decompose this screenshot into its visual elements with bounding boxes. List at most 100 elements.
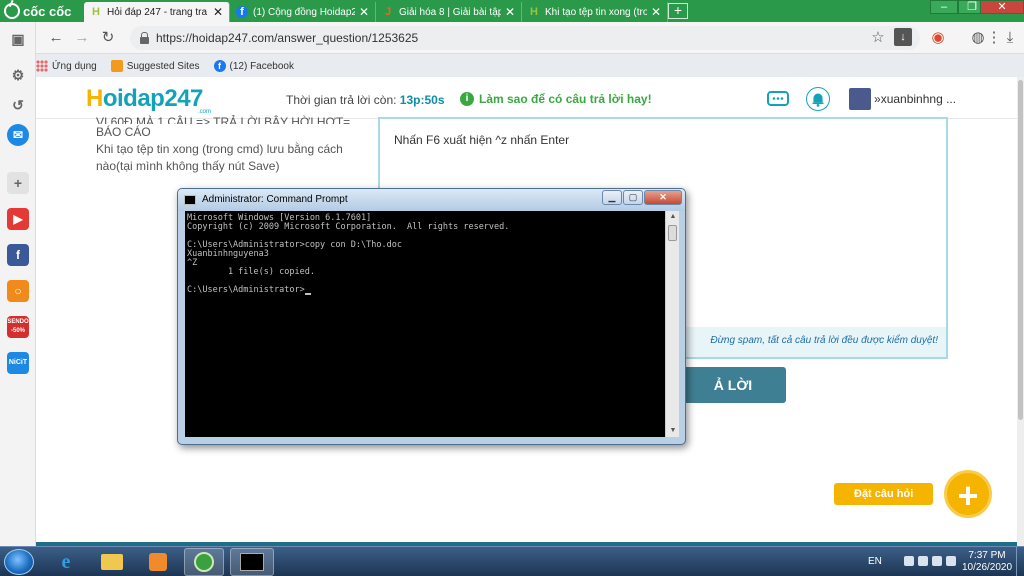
tab-label: Giải hóa 8 | Giải bài tập 50 — [399, 6, 501, 18]
close-icon[interactable]: ✕ — [359, 5, 369, 19]
show-desktop-button[interactable] — [1016, 547, 1024, 576]
windows-taskbar: e EN 7:37 PM 10/26/2020 — [0, 546, 1024, 576]
notification-bell-icon[interactable] — [806, 87, 830, 111]
lock-icon — [140, 31, 149, 44]
forward-icon[interactable]: → — [72, 28, 92, 48]
url-text: https://hoidap247.com/answer_question/12… — [156, 31, 419, 45]
question-text: VI 60Đ MÀ 1 CÂU => TRẢ LỜI BẬY HỜI HỢT= … — [96, 115, 356, 175]
chevron-down-icon: » — [874, 92, 881, 106]
text-cursor — [304, 293, 311, 295]
taskbar-coccoc[interactable] — [184, 548, 224, 576]
sendo-icon[interactable]: SENDO -50% — [7, 316, 29, 338]
question-line: BÁO CÁO — [96, 125, 151, 139]
site-logo-text: Hoidap247 — [86, 85, 203, 112]
scroll-down-icon[interactable]: ▼ — [666, 425, 680, 437]
media-player-icon — [149, 553, 167, 571]
start-button[interactable] — [4, 549, 34, 575]
close-icon[interactable]: ✕ — [505, 5, 515, 19]
taskbar-media-player[interactable] — [138, 548, 178, 576]
tray-up-arrow-icon[interactable] — [904, 556, 914, 566]
ask-question-button[interactable]: + — [944, 470, 992, 518]
download-panel-icon[interactable]: ↓ — [894, 28, 912, 46]
cmd-title: Administrator: Command Prompt — [202, 194, 348, 205]
bookmark-star-icon[interactable]: ☆ — [868, 28, 888, 48]
browser-brand-label: cốc cốc — [23, 3, 72, 19]
answer-text[interactable]: Nhấn F6 xuất hiện ^z nhấn Enter — [394, 133, 569, 147]
facebook-icon[interactable]: f — [7, 244, 29, 266]
messenger-icon[interactable]: ✉ — [7, 124, 29, 146]
close-icon[interactable]: ✕ — [213, 5, 223, 19]
cmd-maximize-button[interactable]: ▢ — [623, 190, 643, 205]
cmd-output-line: Copyright (c) 2009 Microsoft Corporation… — [187, 222, 510, 232]
back-icon[interactable]: ← — [46, 28, 66, 48]
question-line: VI 60Đ MÀ 1 CÂU => TRẢ LỜI BẬY HỜI HỢT= — [96, 115, 351, 124]
cmd-scrollbar-thumb[interactable] — [668, 225, 677, 241]
browser-brand[interactable]: cốc cốc — [0, 0, 82, 22]
taskbar-clock[interactable]: 7:37 PM 10/26/2020 — [962, 550, 1012, 574]
tab-label: Hỏi đáp 247 - trang tra lời — [107, 6, 209, 18]
tab-facebook[interactable]: f (1) Cộng đồng Hoidap247 ✕ — [230, 2, 376, 22]
minimize-button[interactable]: – — [930, 0, 958, 14]
bookmark-label: Ứng dụng — [52, 60, 97, 72]
question-line: nào(tại mình không thấy nút Save) — [96, 159, 280, 173]
j-icon: J — [384, 6, 392, 18]
network-icon[interactable] — [932, 556, 942, 566]
bookmark-suggested-sites[interactable]: Suggested Sites — [110, 60, 200, 72]
cmd-window-icon — [184, 195, 196, 205]
reload-icon[interactable]: ↻ — [98, 28, 118, 48]
cmd-scrollbar[interactable]: ▲ ▼ — [665, 211, 679, 437]
tip-label: Làm sao để có câu trả lời hay! — [479, 92, 652, 106]
taskbar-command-prompt[interactable] — [230, 548, 274, 576]
bookmarks-bar: Ứng dụng Suggested Sites f (12) Facebook — [36, 55, 294, 77]
volume-icon[interactable] — [946, 556, 956, 566]
nicit-icon[interactable]: NiCiT — [7, 352, 29, 374]
youtube-icon[interactable]: ▶ — [7, 208, 29, 230]
suggested-sites-icon — [110, 60, 123, 72]
tab-label: Khi tạo tệp tin xong (trong — [545, 6, 647, 18]
bookmark-label: Suggested Sites — [126, 60, 200, 72]
search-app-icon[interactable]: ○ — [7, 280, 29, 302]
language-indicator[interactable]: EN — [868, 556, 882, 567]
scroll-up-icon[interactable]: ▲ — [666, 211, 680, 223]
settings-icon[interactable]: ⚙ — [7, 64, 29, 86]
bookmark-apps[interactable]: Ứng dụng — [36, 60, 97, 72]
new-tab-button[interactable]: + — [668, 3, 688, 19]
browser-toolbar: ← → ↻ https://hoidap247.com/answer_quest… — [0, 22, 1024, 54]
user-menu[interactable]: »xuanbinhng ... — [874, 92, 956, 106]
timer-value: 13p:50s — [399, 93, 445, 107]
clock-date: 10/26/2020 — [962, 562, 1013, 573]
coccoc-extension-icon[interactable]: ◉ — [928, 28, 948, 48]
nicit-label: NiCiT — [8, 359, 28, 366]
command-prompt-icon — [240, 553, 264, 571]
chat-icon[interactable] — [766, 87, 790, 111]
tab-khi-tao-tep[interactable]: H Khi tạo tệp tin xong (trong ✕ — [522, 2, 668, 22]
bookmark-facebook[interactable]: f (12) Facebook — [213, 60, 294, 72]
window-close-button[interactable]: ✕ — [980, 0, 1024, 14]
taskbar-file-explorer[interactable] — [92, 548, 132, 576]
panel-icon[interactable]: ▣ — [7, 28, 29, 50]
tab-giai-hoa[interactable]: J Giải hóa 8 | Giải bài tập 50 ✕ — [376, 2, 522, 22]
flag-icon[interactable] — [918, 556, 928, 566]
download-icon[interactable]: ⤓ — [1000, 28, 1020, 48]
cmd-title-bar[interactable]: Administrator: Command Prompt ▁ ▢ ✕ — [178, 189, 685, 211]
timer-label: Thời gian trả lời còn: — [286, 93, 397, 107]
taskbar-internet-explorer[interactable]: e — [46, 548, 86, 576]
tab-hoidap-active[interactable]: H Hỏi đáp 247 - trang tra lời ✕ — [84, 2, 230, 22]
history-icon[interactable]: ↺ — [7, 94, 29, 116]
avatar[interactable] — [849, 88, 871, 110]
cmd-close-button[interactable]: ✕ — [644, 190, 682, 205]
cmd-console[interactable]: Microsoft Windows [Version 6.1.7601] Cop… — [185, 211, 665, 437]
command-prompt-window[interactable]: Administrator: Command Prompt ▁ ▢ ✕ Micr… — [177, 188, 686, 445]
cmd-minimize-button[interactable]: ▁ — [602, 190, 622, 205]
site-logo[interactable]: Hoidap247 — [86, 85, 203, 113]
browser-tab-strip: cốc cốc H Hỏi đáp 247 - trang tra lời ✕ … — [0, 0, 1024, 22]
page-scrollbar-thumb[interactable] — [1018, 80, 1023, 420]
submit-label: Ả LỜI — [713, 377, 753, 393]
address-bar[interactable]: https://hoidap247.com/answer_question/12… — [130, 26, 920, 50]
add-icon[interactable]: + — [7, 172, 29, 194]
ask-question-label[interactable]: Đặt câu hỏi — [834, 483, 934, 505]
answer-tip-link[interactable]: i Làm sao để có câu trả lời hay! — [460, 92, 652, 106]
close-icon[interactable]: ✕ — [651, 5, 661, 19]
internet-explorer-icon: e — [61, 550, 71, 573]
cmd-prompt-text: C:\Users\Administrator> — [187, 285, 305, 295]
